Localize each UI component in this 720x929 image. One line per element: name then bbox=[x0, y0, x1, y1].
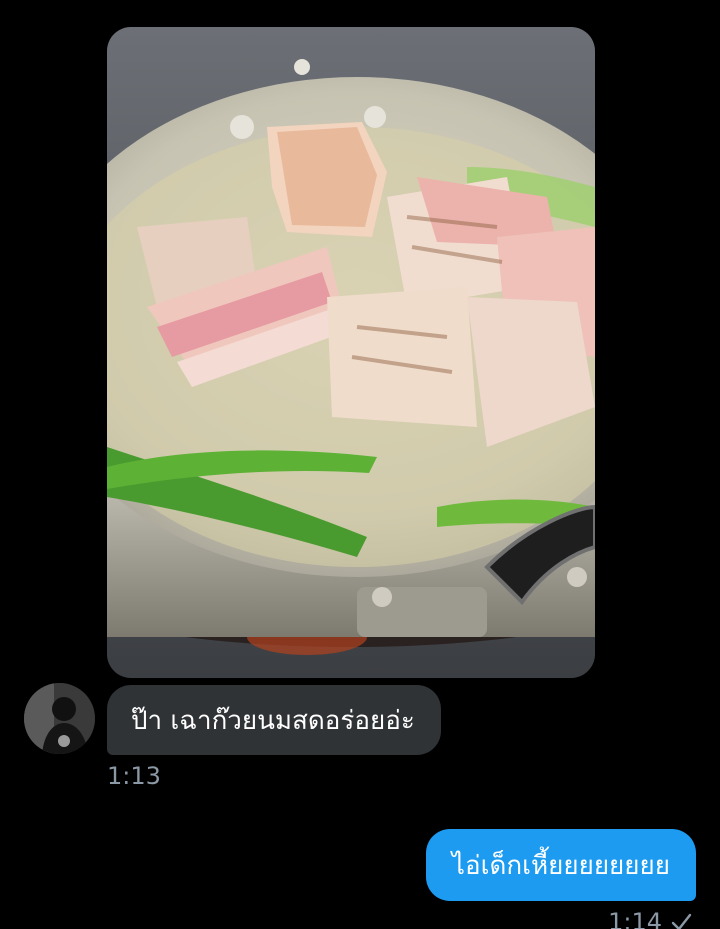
outgoing-message-time: 1:14 bbox=[608, 908, 662, 929]
user-avatar[interactable] bbox=[24, 683, 95, 754]
avatar-icon bbox=[24, 683, 95, 754]
check-icon bbox=[671, 913, 692, 929]
photo-message[interactable] bbox=[107, 27, 595, 678]
incoming-message-time: 1:13 bbox=[107, 762, 161, 790]
incoming-message-text: ป๊า เฉาก๊วยนมสดอร่อยอ่ะ bbox=[131, 705, 415, 736]
outgoing-message-meta: 1:14 bbox=[608, 908, 692, 929]
grilled-pork-photo bbox=[107, 27, 595, 678]
dm-conversation: ป๊า เฉาก๊วยนมสดอร่อยอ่ะ 1:13 ไอ่เด็กเหี้… bbox=[0, 0, 720, 929]
outgoing-message-text: ไอ่เด็กเหี้ยยยยยยยย bbox=[451, 850, 670, 881]
outgoing-message-bubble[interactable]: ไอ่เด็กเหี้ยยยยยยยย bbox=[425, 829, 696, 901]
incoming-message-bubble[interactable]: ป๊า เฉาก๊วยนมสดอร่อยอ่ะ bbox=[107, 685, 441, 755]
